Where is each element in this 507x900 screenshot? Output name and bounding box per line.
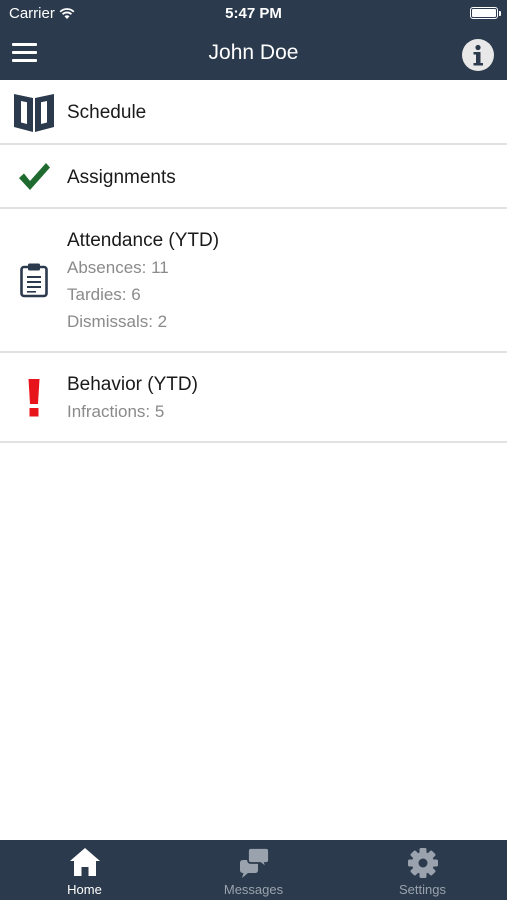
home-icon: [69, 848, 100, 876]
nav-bar: John Doe: [0, 26, 507, 80]
assignments-label: Assignments: [67, 167, 176, 188]
status-time: 5:47 PM: [225, 5, 282, 22]
info-icon: [462, 39, 494, 71]
tab-home-label: Home: [67, 882, 102, 897]
tab-settings[interactable]: Settings: [338, 840, 507, 900]
checkmark-icon: [12, 159, 56, 193]
info-button[interactable]: [461, 38, 495, 72]
exclamation-icon: [12, 379, 56, 417]
gear-icon: [407, 848, 438, 878]
tab-messages-label: Messages: [223, 882, 284, 897]
tab-bar: Home Messages Settings: [0, 840, 507, 900]
behavior-label: Behavior (YTD): [67, 374, 198, 395]
list-item-schedule[interactable]: Schedule: [0, 80, 507, 145]
tardies-value: Tardies: 6: [67, 285, 141, 304]
tab-settings-label: Settings: [399, 882, 446, 897]
tab-messages[interactable]: Messages: [169, 840, 338, 900]
battery-icon: [470, 7, 501, 19]
chat-bubbles-icon: [239, 847, 270, 878]
tab-home[interactable]: Home: [0, 840, 169, 900]
page-title: John Doe: [208, 41, 299, 64]
status-bar: Carrier 5:47 PM: [0, 0, 507, 26]
list-item-assignments[interactable]: Assignments: [0, 145, 507, 209]
absences-value: Absences: 11: [67, 258, 169, 277]
home-list: Schedule Assignments Attendance (YTD) Ab…: [0, 80, 507, 443]
schedule-label: Schedule: [67, 102, 147, 123]
infractions-value: Infractions: 5: [67, 402, 165, 421]
attendance-label: Attendance (YTD): [67, 230, 220, 251]
clipboard-icon: [12, 262, 56, 298]
list-item-behavior[interactable]: Behavior (YTD) Infractions: 5: [0, 353, 507, 443]
list-item-attendance[interactable]: Attendance (YTD) Absences: 11 Tardies: 6…: [0, 209, 507, 353]
dismissals-value: Dismissals: 2: [67, 312, 168, 331]
book-icon: [12, 91, 56, 133]
